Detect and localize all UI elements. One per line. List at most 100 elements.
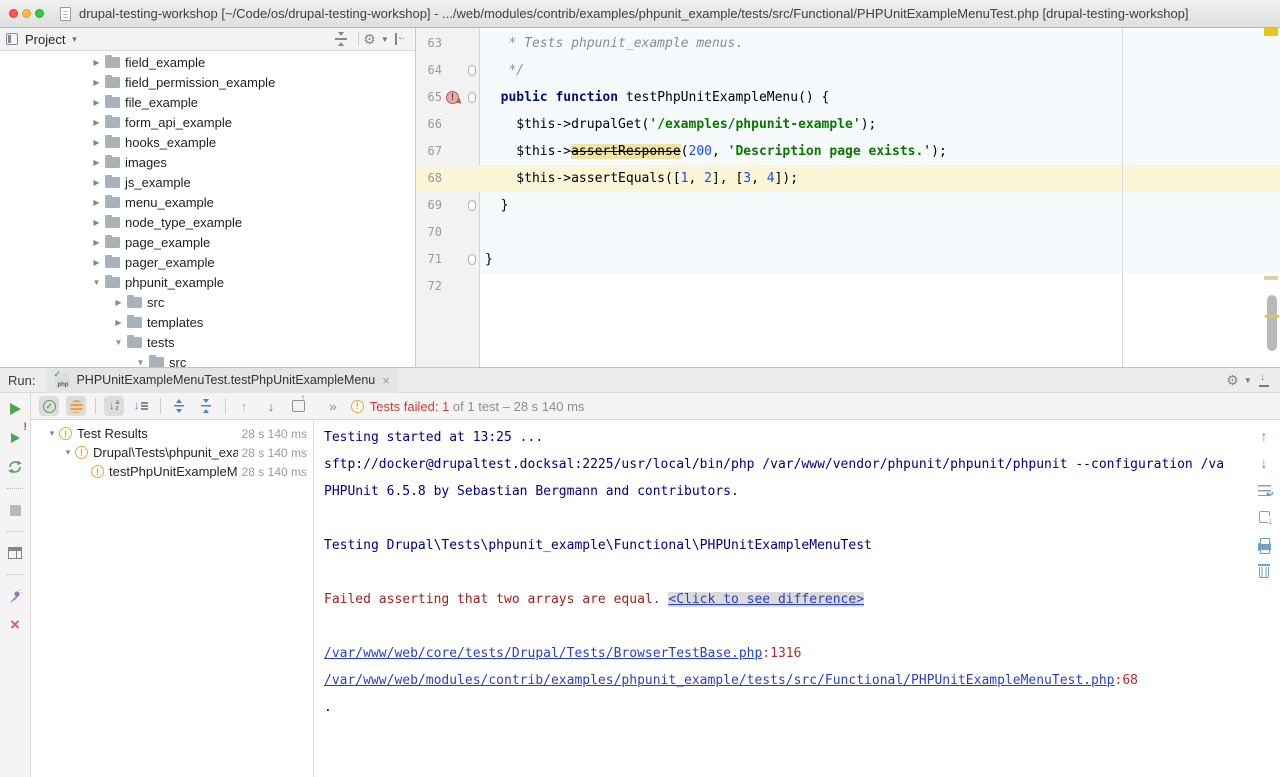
previous-failed-test-icon[interactable]: ↑ (234, 396, 254, 416)
project-panel-title[interactable]: Project (25, 32, 65, 47)
toggle-auto-test-icon[interactable] (5, 457, 25, 477)
tree-item-src[interactable]: ▶src (0, 292, 415, 312)
minimize-window-icon[interactable] (22, 9, 31, 18)
tree-item-menu_example[interactable]: ▶menu_example (0, 192, 415, 212)
gear-icon[interactable]: ⚙▼ (368, 31, 384, 47)
chevron-right-icon[interactable]: ▶ (90, 178, 103, 187)
tree-item-images[interactable]: ▶images (0, 152, 415, 172)
scroll-from-source-icon[interactable] (333, 31, 349, 47)
restore-layout-icon[interactable] (5, 543, 25, 563)
line-number: 72 (418, 273, 442, 300)
prev-occurrence-icon[interactable]: ↑ (1254, 426, 1274, 446)
fold-handle-icon[interactable] (468, 65, 476, 76)
export-test-results-icon[interactable] (288, 396, 308, 416)
more-actions-icon[interactable]: » (329, 398, 337, 414)
chevron-down-icon[interactable]: ▼ (112, 338, 125, 347)
chevron-down-icon[interactable]: ▼ (45, 429, 59, 438)
tree-item-page_example[interactable]: ▶page_example (0, 232, 415, 252)
line-number: 70 (418, 219, 442, 246)
tree-item-phpunit_example[interactable]: ▼phpunit_example (0, 272, 415, 292)
chevron-right-icon[interactable]: ▶ (90, 198, 103, 207)
chevron-right-icon[interactable]: ▶ (90, 138, 103, 147)
next-failed-test-icon[interactable]: ↓ (261, 396, 281, 416)
next-occurrence-icon[interactable]: ↓ (1254, 453, 1274, 473)
test-tree-row[interactable]: ▼!Drupal\Tests\phpunit_example\Functiona… (31, 443, 313, 462)
expand-all-icon[interactable] (169, 396, 189, 416)
chevron-right-icon[interactable]: ▶ (90, 98, 103, 107)
stop-icon[interactable] (5, 500, 25, 520)
sort-alphabetically-icon[interactable]: ↓az (104, 396, 124, 416)
run-failed-gutter-icon[interactable]: ! (446, 91, 459, 104)
scroll-to-end-icon[interactable] (1254, 507, 1274, 527)
show-passed-icon[interactable]: ✓ (39, 396, 59, 416)
chevron-right-icon[interactable]: ▶ (112, 298, 125, 307)
collapse-all-icon[interactable] (196, 396, 216, 416)
tree-item-file_example[interactable]: ▶file_example (0, 92, 415, 112)
console-text: . (324, 700, 332, 715)
code-editor[interactable]: 63 * Tests phpunit_example menus.64 */65… (416, 28, 1280, 367)
chevron-down-icon[interactable]: ▼ (70, 35, 78, 44)
tree-item-templates[interactable]: ▶ templates (0, 312, 415, 332)
console-link[interactable]: <Click to see difference> (668, 592, 864, 607)
console-line (324, 505, 1246, 532)
console[interactable]: Testing started at 13:25 ...sftp://docke… (314, 420, 1280, 777)
chevron-down-icon[interactable]: ▼ (90, 278, 103, 287)
gear-icon[interactable]: ⚙▼ (1231, 372, 1247, 388)
test-tree-row[interactable]: !testPhpUnitExampleMenu28 s 140 ms (31, 462, 313, 481)
chevron-right-icon[interactable]: ▶ (90, 238, 103, 247)
gutter-cell: 67 (416, 138, 480, 165)
code-token: 4 (767, 171, 775, 186)
scrollbar-warning-mark (1264, 276, 1278, 280)
test-tree-row[interactable]: ▼!Test Results28 s 140 ms (31, 424, 313, 443)
close-window-icon[interactable] (9, 9, 18, 18)
hide-panel-icon[interactable] (393, 31, 409, 47)
code-token: 'Description page exists.' (728, 144, 932, 159)
console-link[interactable]: /var/www/web/core/tests/Drupal/Tests/Bro… (324, 646, 762, 661)
tree-item-src[interactable]: ▼src (0, 352, 415, 367)
code-text: */ (480, 57, 1280, 84)
sort-by-duration-icon[interactable]: ↓ (131, 396, 151, 416)
tree-item-field_permission_example[interactable]: ▶field_permission_example (0, 72, 415, 92)
pin-tab-icon[interactable] (5, 586, 25, 606)
line-number: 65 (418, 84, 442, 111)
tree-item-node_type_example[interactable]: ▶node_type_example (0, 212, 415, 232)
tree-item-tests[interactable]: ▼tests (0, 332, 415, 352)
hide-panel-icon[interactable] (1256, 372, 1272, 388)
chevron-down-icon[interactable]: ▼ (134, 358, 147, 367)
console-output: Testing started at 13:25 ...sftp://docke… (324, 424, 1246, 721)
chevron-right-icon[interactable]: ▶ (90, 258, 103, 267)
print-icon[interactable] (1254, 534, 1274, 554)
rerun-icon[interactable] (5, 399, 25, 419)
tree-item-pager_example[interactable]: ▶pager_example (0, 252, 415, 272)
chevron-right-icon[interactable]: ▶ (90, 58, 103, 67)
code-text: * Tests phpunit_example menus. (480, 30, 1280, 57)
console-link[interactable]: /var/www/web/modules/contrib/examples/ph… (324, 673, 1115, 688)
chevron-right-icon[interactable]: ▶ (90, 158, 103, 167)
tree-item-label: templates (147, 315, 203, 330)
chevron-down-icon[interactable]: ▼ (61, 448, 75, 457)
console-line: Failed asserting that two arrays are equ… (324, 586, 1246, 613)
soft-wrap-icon[interactable] (1254, 480, 1274, 500)
run-tab[interactable]: PHPUnitExampleMenuTest.testPhpUnitExampl… (47, 368, 397, 393)
fold-handle-icon[interactable] (468, 200, 476, 211)
clear-all-icon[interactable] (1254, 561, 1274, 581)
tree-item-form_api_example[interactable]: ▶ form_api_example (0, 112, 415, 132)
show-ignored-icon[interactable] (66, 396, 86, 416)
editor-scrollbar-thumb[interactable] (1267, 295, 1277, 351)
rerun-failed-tests-icon[interactable]: ! (5, 428, 25, 448)
fold-handle-icon[interactable] (468, 254, 476, 265)
code-token: } (485, 198, 508, 213)
test-name: testPhpUnitExampleMenu (109, 464, 238, 479)
chevron-right-icon[interactable]: ▶ (90, 78, 103, 87)
chevron-right-icon[interactable]: ▶ (90, 218, 103, 227)
chevron-right-icon[interactable]: ▶ (90, 118, 103, 127)
zoom-window-icon[interactable] (35, 9, 44, 18)
tree-item-hooks_example[interactable]: ▶hooks_example (0, 132, 415, 152)
tree-item-field_example[interactable]: ▶field_example (0, 52, 415, 72)
tree-item-js_example[interactable]: ▶js_example (0, 172, 415, 192)
close-tab-icon[interactable]: × (382, 373, 390, 388)
chevron-right-icon[interactable]: ▶ (112, 318, 125, 327)
close-icon[interactable]: × (5, 615, 25, 635)
tree-item-label: form_api_example (125, 115, 232, 130)
fold-handle-icon[interactable] (468, 92, 476, 103)
